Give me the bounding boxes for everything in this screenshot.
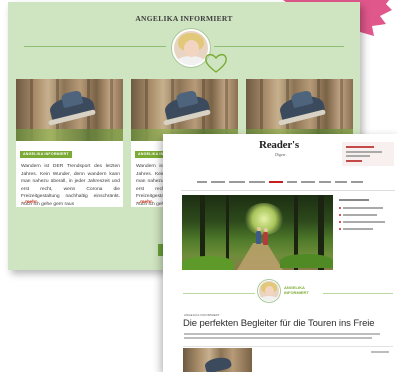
article-kicker: ANGELIKA INFORMIERT [184,313,220,317]
author-divider-right [323,293,393,294]
article-headline: Die perfekten Begleiter für die Touren i… [183,318,375,329]
hiking-boot-image [246,79,353,141]
hiking-boot-image [16,79,123,141]
heart-outline-icon [205,53,227,73]
author-avatar-small [258,280,280,302]
article-image-boot [183,348,252,372]
title-divider-right [214,46,344,47]
category-badge: ANGELIKA INFORMIERT [20,151,72,158]
nav-item-active[interactable] [269,181,283,183]
site-logo[interactable]: Reader's [259,139,299,151]
article-meta-divider [183,346,393,347]
article-card-1[interactable]: ANGELIKA INFORMIERT Wandern ist DER Tren… [16,79,123,207]
hiking-boot-image [131,79,238,141]
author-divider-left [183,293,255,294]
read-more-link[interactable]: ...mehr [136,200,152,205]
header-ad-banner[interactable] [342,142,394,166]
title-divider-left [24,46,166,47]
forest-hiking-photo [182,195,333,270]
read-more-link[interactable]: ...mehr [21,200,37,205]
article-side-text [371,351,389,353]
main-navigation[interactable] [197,179,377,185]
nav-divider [181,190,395,191]
author-label: ANGELIKA INFORMIERT [284,285,309,296]
readers-digest-page-mockup: Reader's Digest ANGELIKA INFORMIERT ANGE… [163,134,398,372]
site-logo-sub: Digest [275,152,286,157]
section-title: ANGELIKA INFORMIERT [135,14,233,23]
author-line-2: INFORMIERT [284,289,309,295]
